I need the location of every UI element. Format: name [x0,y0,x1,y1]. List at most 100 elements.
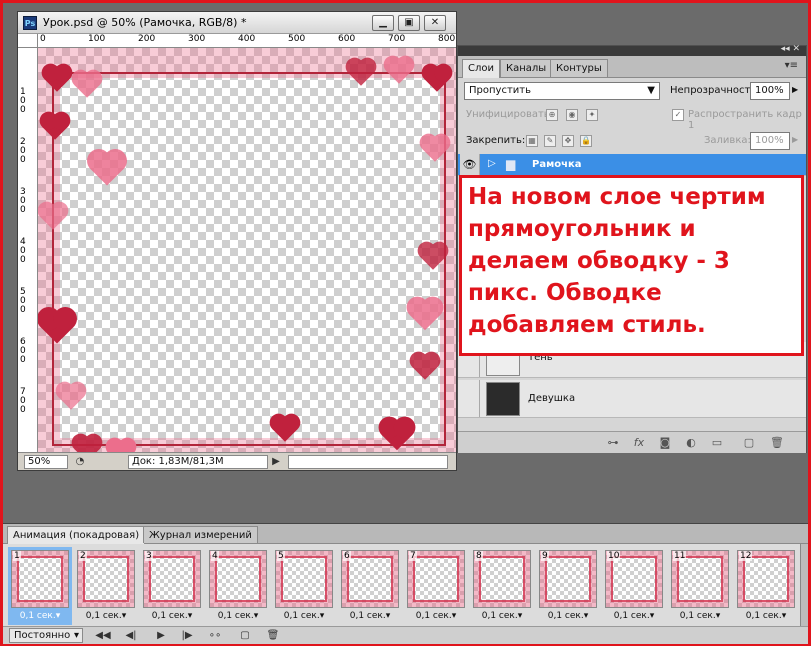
frame-stroke [52,72,446,446]
frame-delay[interactable]: 0,1 сек.▾ [8,611,72,621]
frame-delay[interactable]: 0,1 сек.▾ [470,611,534,621]
tab-animation[interactable]: Анимация (покадровая) [7,526,146,544]
lock-position-icon[interactable]: ✥ [562,135,574,147]
animation-frame-8[interactable]: 8 0,1 сек.▾ [470,547,534,625]
restore-icon[interactable]: ▣ [398,15,420,31]
frame-delay[interactable]: 0,1 сек.▾ [74,611,138,621]
animation-frame-9[interactable]: 9 0,1 сек.▾ [536,547,600,625]
new-layer-icon[interactable]: ▢ [742,436,756,450]
tab-measurement-log[interactable]: Журнал измерений [143,526,258,543]
document-title-bar[interactable]: Ps Урок.psd @ 50% (Рамочка, RGB/8) * ▁ ▣… [18,12,456,34]
ruler-label: 300 [188,34,206,44]
expand-triangle-icon[interactable]: ▷ [488,158,496,169]
close-icon[interactable]: ✕ [424,15,446,31]
zoom-icon[interactable]: ◔ [72,455,88,469]
animation-frame-11[interactable]: 11 0,1 сек.▾ [668,547,732,625]
minimize-icon[interactable]: ▁ [372,15,394,31]
duplicate-frame-icon[interactable]: ▢ [237,629,253,643]
ruler-label: 700 [20,387,26,415]
mask-icon[interactable]: ◙ [658,436,672,450]
unify-row: Унифицировать: ⊕ ◉ ✦ ✓ Распространить ка… [458,104,806,131]
status-menu-icon[interactable]: ▶ [268,455,284,469]
fill-input[interactable]: 100% [750,132,790,150]
lock-all-icon[interactable]: 🔒 [580,135,592,147]
frame-delay[interactable]: 0,1 сек.▾ [602,611,666,621]
tween-icon[interactable]: ∘∘ [207,629,223,643]
panel-menu-icon[interactable]: ▾≡ [785,60,798,71]
panel-header[interactable]: ◂◂ ✕ [458,44,806,56]
fill-slider-icon[interactable]: ▶ [792,135,798,144]
tab-paths[interactable]: Контуры [550,59,608,77]
ruler-label: 100 [20,87,26,115]
tab-channels[interactable]: Каналы [500,59,553,77]
animation-frame-7[interactable]: 7 0,1 сек.▾ [404,547,468,625]
lock-image-icon[interactable]: ✎ [544,135,556,147]
document-status-bar: 50% ◔ Док: 1,83M/81,3M ▶ [18,452,456,470]
document-window: Ps Урок.psd @ 50% (Рамочка, RGB/8) * ▁ ▣… [17,11,457,471]
new-group-icon[interactable]: ▭ [710,436,724,450]
opacity-input[interactable]: 100% [750,82,790,100]
animation-frame-4[interactable]: 4 0,1 сек.▾ [206,547,270,625]
animation-frame-2[interactable]: 2 0,1 сек.▾ [74,547,138,625]
layer-row-ramochka[interactable]: 👁 ▷ ▆ Рамочка [458,154,806,176]
ruler-label: 300 [20,187,26,215]
frame-delay[interactable]: 0,1 сек.▾ [536,611,600,621]
frame-number: 9 [541,551,549,561]
unify-style-icon[interactable]: ✦ [586,109,598,121]
first-frame-icon[interactable]: ◀◀ [95,629,111,643]
ruler-label: 100 [88,34,106,44]
previous-frame-icon[interactable]: ◀| [123,629,139,643]
visibility-eye-icon[interactable]: 👁 [460,154,480,175]
lock-transparent-icon[interactable]: ▦ [526,135,538,147]
animation-controls: Постоянно ▾ ◀◀ ◀| ▶ |▶ ∘∘ ▢ 🗑 [3,626,808,644]
zoom-field[interactable]: 50% [24,455,68,469]
play-icon[interactable]: ▶ [153,629,169,643]
frame-number: 6 [343,551,351,561]
animation-frame-6[interactable]: 6 0,1 сек.▾ [338,547,402,625]
frame-delay[interactable]: 0,1 сек.▾ [272,611,336,621]
layers-tab-bar: Слои Каналы Контуры ▾≡ [458,56,806,78]
animation-panel: Анимация (покадровая) Журнал измерений 1… [3,523,808,644]
trash-icon[interactable]: 🗑 [265,629,281,643]
next-frame-icon[interactable]: |▶ [179,629,195,643]
frame-delay[interactable]: 0,1 сек.▾ [338,611,402,621]
status-scrollbar[interactable] [288,455,448,469]
blend-row: Пропустить ▼ Непрозрачность: 100% ▶ [458,80,806,102]
link-icon[interactable]: ⊶ [606,436,620,450]
propagate-checkbox[interactable]: ✓ [672,109,684,121]
frames-scrollbar[interactable] [800,544,808,626]
collapse-icon[interactable]: ◂◂ ✕ [781,44,800,54]
animation-frame-1[interactable]: 1 0,1 сек.▾ [8,547,72,625]
frame-delay[interactable]: 0,1 сек.▾ [140,611,204,621]
frame-delay[interactable]: 0,1 сек.▾ [206,611,270,621]
frame-number: 7 [409,551,417,561]
blend-mode-select[interactable]: Пропустить ▼ [464,82,660,100]
animation-frame-3[interactable]: 3 0,1 сек.▾ [140,547,204,625]
ruler-label: 200 [20,137,26,165]
canvas[interactable] [38,48,456,452]
frame-delay[interactable]: 0,1 сек.▾ [734,611,798,621]
opacity-slider-icon[interactable]: ▶ [792,85,798,94]
tab-layers[interactable]: Слои [462,59,500,78]
layer-row-devushka[interactable]: Девушка [458,380,806,418]
unify-position-icon[interactable]: ⊕ [546,109,558,121]
unify-visibility-icon[interactable]: ◉ [566,109,578,121]
adjustment-icon[interactable]: ◐ [684,436,698,450]
fx-icon[interactable]: fx [632,436,646,450]
frame-number: 10 [607,551,621,561]
ruler-label: 500 [288,34,306,44]
frames-strip: 1 0,1 сек.▾ 2 0,1 сек.▾ 3 0,1 сек.▾ 4 0,… [3,544,808,626]
heart-icon [108,440,134,452]
fill-label: Заливка: [704,135,751,146]
frame-delay[interactable]: 0,1 сек.▾ [404,611,468,621]
visibility-toggle[interactable] [460,380,480,417]
animation-frame-12[interactable]: 12 0,1 сек.▾ [734,547,798,625]
trash-icon[interactable]: 🗑 [770,436,784,450]
loop-select[interactable]: Постоянно ▾ [9,628,83,643]
animation-frame-10[interactable]: 10 0,1 сек.▾ [602,547,666,625]
frame-delay[interactable]: 0,1 сек.▾ [668,611,732,621]
animation-frame-5[interactable]: 5 0,1 сек.▾ [272,547,336,625]
propagate-label: Распространить кадр 1 [688,109,802,131]
opacity-label: Непрозрачность: [670,85,760,96]
lock-label: Закрепить: [466,135,526,146]
